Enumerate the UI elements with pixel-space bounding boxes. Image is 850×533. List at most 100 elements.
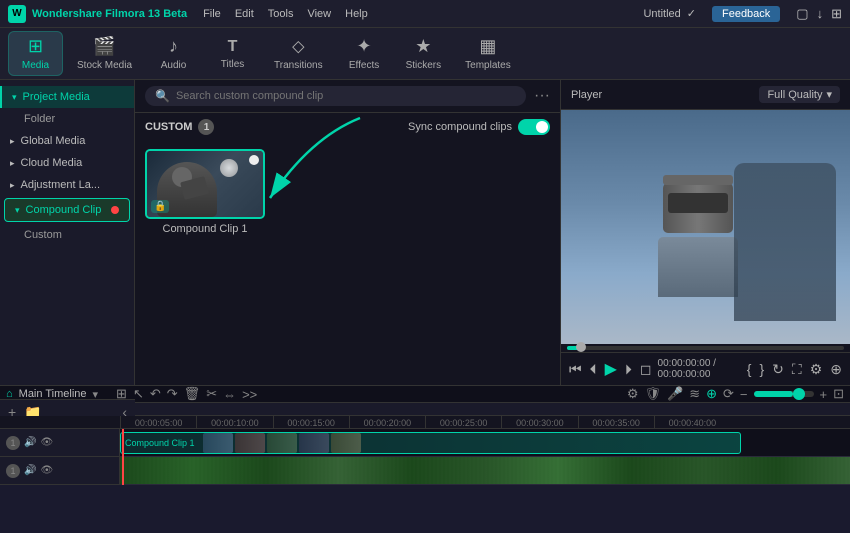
ruler-mark-0: 00:00:05:00 xyxy=(120,416,196,428)
sidebar-item-folder[interactable]: Folder xyxy=(0,108,134,130)
loop-tool[interactable]: ⟳ xyxy=(723,386,734,402)
audio-track-row xyxy=(120,457,850,485)
playhead[interactable] xyxy=(122,429,124,485)
ruler-mark-1: 00:00:10:00 xyxy=(196,416,272,428)
step-back-button[interactable]: ⏴ xyxy=(588,359,599,380)
track-a1-num: 1 xyxy=(6,464,20,478)
tab-stock-media[interactable]: 🎬 Stock Media xyxy=(67,32,142,75)
tab-transitions[interactable]: ⬦ Transitions xyxy=(264,32,333,75)
sidebar-item-label-custom: Custom xyxy=(24,229,62,241)
zoom-in-tool[interactable]: + xyxy=(820,387,828,402)
sidebar-section-main: ▾ Project Media Folder ▸ Global Media ▸ … xyxy=(0,80,134,252)
mic-tool[interactable]: 🎤 xyxy=(667,386,683,402)
download-icon[interactable]: ↓ xyxy=(817,6,824,21)
tab-stickers[interactable]: ★ Stickers xyxy=(396,32,452,75)
audio-tool[interactable]: ≋ xyxy=(689,386,700,402)
sidebar-item-global-media[interactable]: ▸ Global Media xyxy=(0,130,134,152)
sync-area: Sync compound clips xyxy=(408,119,550,135)
titles-icon: T xyxy=(228,38,238,56)
sidebar-item-adjustment-layer[interactable]: ▸ Adjustment La... xyxy=(0,174,134,196)
sidebar-item-compound-clip[interactable]: ▾ Compound Clip xyxy=(4,198,130,222)
undo-tool[interactable]: ↶ xyxy=(150,386,161,402)
content-header: CUSTOM 1 Sync compound clips xyxy=(135,113,560,141)
preview-header: Player Full Quality ▾ xyxy=(561,80,850,110)
sidebar-item-label-adjustment: Adjustment La... xyxy=(21,179,101,191)
zoom-slider[interactable] xyxy=(754,391,814,397)
mark-out-button[interactable]: } xyxy=(757,359,766,380)
track-a1-mute[interactable]: 🔊 xyxy=(24,465,36,476)
quality-chevron-icon: ▾ xyxy=(826,88,832,101)
loop-button[interactable]: ↻ xyxy=(770,359,786,380)
sidebar-item-label-global-media: Global Media xyxy=(21,135,86,147)
play-button[interactable]: ▶ xyxy=(603,357,619,381)
tab-titles[interactable]: T Titles xyxy=(205,34,260,74)
ruler-marks: 00:00:05:00 00:00:10:00 00:00:15:00 00:0… xyxy=(120,416,730,428)
track-a1-eye[interactable]: 👁 xyxy=(40,465,53,476)
tab-media[interactable]: ⊞ Media xyxy=(8,31,63,76)
compound-tool[interactable]: ⊕ xyxy=(706,386,717,402)
compound-clip-block-label: Compound Clip 1 xyxy=(121,438,199,448)
search-input[interactable] xyxy=(176,90,516,102)
fit-tool[interactable]: ⊡ xyxy=(833,386,844,402)
clips-grid: 🔒 Compound Clip 1 xyxy=(135,141,560,243)
track-v1-mute[interactable]: 🔊 xyxy=(24,437,36,448)
monitor-icon[interactable]: ▢ xyxy=(796,6,808,22)
menu-file[interactable]: File xyxy=(203,8,221,20)
tab-audio[interactable]: ♪ Audio xyxy=(146,32,201,75)
settings-button[interactable]: ⚙ xyxy=(808,359,825,380)
delete-tool[interactable]: 🗑 xyxy=(184,386,201,402)
sidebar-item-project-media[interactable]: ▾ Project Media xyxy=(0,86,134,108)
tab-effects[interactable]: ✦ Effects xyxy=(337,32,392,75)
snapshot-button[interactable]: ◻ xyxy=(638,359,654,380)
timeline-tracks: 1 🔊 👁 1 🔊 👁 Compound Clip 1 xyxy=(0,429,850,485)
content-toolbar: 🔍 ··· xyxy=(135,80,560,113)
menu-tools[interactable]: Tools xyxy=(268,8,294,20)
step-forward-button[interactable]: ⏵ xyxy=(623,359,634,380)
clip-lock-icon: 🔒 xyxy=(151,200,169,213)
compound-clip-block[interactable]: Compound Clip 1 xyxy=(120,432,741,454)
video-track-row: Compound Clip 1 xyxy=(120,429,850,457)
sidebar-item-custom[interactable]: Custom xyxy=(0,224,134,246)
sync-toggle[interactable] xyxy=(518,119,550,135)
menu-help[interactable]: Help xyxy=(345,8,368,20)
menu-edit[interactable]: Edit xyxy=(235,8,254,20)
cut-tool[interactable]: ✂ xyxy=(206,386,217,402)
time-display: 00:00:00:00 / 00:00:00:00 xyxy=(658,358,733,380)
time-separator: / xyxy=(713,358,716,369)
tab-templates[interactable]: ▦ Templates xyxy=(455,32,521,75)
mark-in-button[interactable]: { xyxy=(745,359,754,380)
menu-items: File Edit Tools View Help xyxy=(203,8,627,20)
skip-start-button[interactable]: ⏮ xyxy=(567,359,584,380)
zoom-out-tool[interactable]: − xyxy=(740,387,748,402)
more-tool[interactable]: >> xyxy=(242,387,257,402)
templates-icon: ▦ xyxy=(479,36,496,57)
effects-icon: ✦ xyxy=(357,36,372,57)
track-v1-num: 1 xyxy=(6,436,20,450)
ripple-tool[interactable]: ⇔ xyxy=(223,387,236,402)
menu-view[interactable]: View xyxy=(307,8,331,20)
settings-tool[interactable]: ⚙ xyxy=(627,386,639,402)
more-options-icon[interactable]: ··· xyxy=(534,87,550,105)
audio-icon: ♪ xyxy=(169,36,178,57)
project-title: Untitled xyxy=(643,8,680,20)
zoom-button[interactable]: ⊕ xyxy=(828,359,844,380)
track-v1-eye[interactable]: 👁 xyxy=(40,437,53,448)
shield-tool[interactable]: 🛡 xyxy=(644,386,661,402)
clip-item-1[interactable]: 🔒 Compound Clip 1 xyxy=(145,149,265,235)
clip-thumbnail-1[interactable]: 🔒 xyxy=(145,149,265,219)
media-icon: ⊞ xyxy=(28,36,43,57)
section-label-text: CUSTOM xyxy=(145,121,192,133)
quality-selector[interactable]: Full Quality ▾ xyxy=(759,86,840,103)
grid-icon[interactable]: ⊞ xyxy=(831,6,842,22)
global-media-arrow: ▸ xyxy=(10,136,15,147)
quality-label: Full Quality xyxy=(767,89,822,101)
feedback-button[interactable]: Feedback xyxy=(712,6,780,22)
right-controls: { } ↻ ⛶ ⚙ ⊕ xyxy=(745,359,844,380)
sidebar: ▾ Project Media Folder ▸ Global Media ▸ … xyxy=(0,80,135,385)
video-progress-bar[interactable] xyxy=(567,346,844,350)
fullscreen-button[interactable]: ⛶ xyxy=(790,359,804,380)
redo-tool[interactable]: ↷ xyxy=(167,386,178,402)
track-label-a1: 1 🔊 👁 xyxy=(0,457,119,485)
track-label-v1: 1 🔊 👁 xyxy=(0,429,119,457)
sidebar-item-cloud-media[interactable]: ▸ Cloud Media xyxy=(0,152,134,174)
